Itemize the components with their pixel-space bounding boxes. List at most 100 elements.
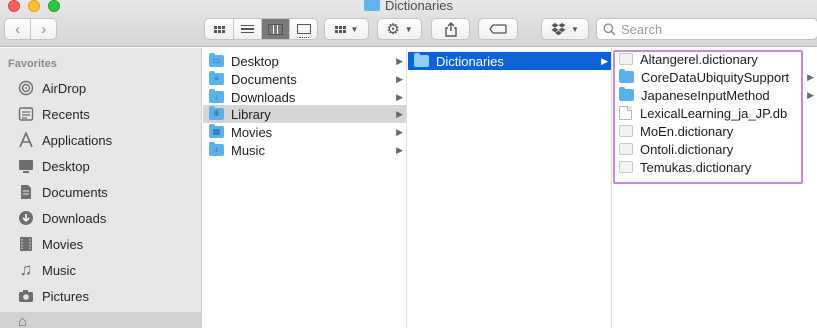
film-icon bbox=[17, 235, 35, 253]
browser-column-1: ▭ Desktop ▶ ≡ Documents ▶ ↓ Downloads ▶ … bbox=[203, 48, 407, 328]
action-menu-button[interactable]: ⚙ ▼ bbox=[377, 18, 422, 40]
chevron-down-icon: ▼ bbox=[350, 24, 359, 34]
navigation-buttons: ‹ › bbox=[4, 18, 57, 40]
list-item[interactable]: Altangerel.dictionary bbox=[613, 50, 817, 68]
view-mode-control bbox=[204, 18, 318, 40]
sidebar-item-downloads[interactable]: Downloads bbox=[0, 205, 202, 231]
share-icon bbox=[444, 21, 457, 37]
column-view-icon bbox=[268, 23, 283, 35]
dictionary-file-icon bbox=[619, 143, 633, 155]
home-icon: ⌂ bbox=[18, 313, 28, 328]
list-item[interactable]: ♪ Music ▶ bbox=[203, 141, 406, 159]
sidebar-item-airdrop[interactable]: AirDrop bbox=[0, 75, 202, 101]
folder-icon bbox=[619, 69, 634, 83]
music-note-icon: ♫ bbox=[19, 260, 33, 279]
list-item[interactable]: JapaneseInputMethod ▶ bbox=[613, 86, 817, 104]
tag-icon bbox=[489, 24, 507, 34]
folder-icon: ↓ bbox=[209, 89, 224, 103]
list-item-label: Dictionaries bbox=[436, 53, 504, 69]
icon-view-button[interactable] bbox=[205, 19, 233, 39]
list-item-label: LexicalLearning_ja_JP.db bbox=[640, 105, 788, 121]
gallery-view-button[interactable] bbox=[289, 19, 317, 39]
sidebar-item-home[interactable]: ⌂ bbox=[0, 312, 202, 328]
dictionary-file-icon bbox=[619, 161, 633, 173]
chevron-right-icon: ▶ bbox=[396, 109, 403, 119]
download-icon bbox=[17, 209, 35, 227]
list-item-label: Music bbox=[231, 142, 265, 158]
folder-icon: ≡ bbox=[209, 71, 224, 85]
list-item[interactable]: ▭ Desktop ▶ bbox=[203, 52, 406, 70]
list-item[interactable]: Temukas.dictionary bbox=[613, 158, 817, 176]
window-title: Dictionaries bbox=[0, 0, 817, 13]
list-view-icon bbox=[241, 23, 254, 36]
applications-icon bbox=[17, 131, 35, 149]
share-button[interactable] bbox=[431, 18, 470, 40]
list-view-button[interactable] bbox=[233, 19, 261, 39]
back-button[interactable]: ‹ bbox=[5, 19, 30, 39]
sidebar-item-label: Music bbox=[42, 262, 76, 278]
list-item-selected[interactable]: Dictionaries ▶ bbox=[408, 52, 611, 70]
tag-button[interactable] bbox=[478, 18, 518, 40]
sidebar-item-label: Applications bbox=[42, 132, 113, 148]
sidebar-item-label: Movies bbox=[42, 236, 84, 252]
chevron-right-icon: ▶ bbox=[396, 92, 403, 102]
list-item[interactable]: ▦ Movies ▶ bbox=[203, 123, 406, 141]
sidebar-item-pictures[interactable]: Pictures bbox=[0, 283, 202, 309]
folder-icon: ▦ bbox=[209, 124, 224, 138]
sidebar-item-label: AirDrop bbox=[42, 80, 87, 96]
forward-button[interactable]: › bbox=[30, 19, 56, 39]
list-item-selected[interactable]: Ⅲ Library ▶ bbox=[203, 105, 406, 123]
sidebar-item-desktop[interactable]: Desktop bbox=[0, 153, 202, 179]
list-item-label: Desktop bbox=[231, 53, 279, 69]
chevron-right-icon: ▶ bbox=[807, 72, 814, 82]
chevron-right-icon: ▶ bbox=[396, 145, 403, 155]
list-item[interactable]: CoreDataUbiquitySupport ▶ bbox=[613, 68, 817, 86]
search-placeholder: Search bbox=[621, 21, 663, 37]
list-item[interactable]: LexicalLearning_ja_JP.db bbox=[613, 104, 817, 122]
list-item-label: Altangerel.dictionary bbox=[640, 51, 758, 67]
list-item-label: Documents bbox=[231, 71, 297, 87]
document-icon bbox=[17, 183, 35, 201]
search-field[interactable]: Search bbox=[596, 18, 817, 40]
window-toolbar: Dictionaries ‹ › ▼ ⚙ ▼ ▼ Search bbox=[0, 0, 817, 47]
list-item[interactable]: ↓ Downloads ▶ bbox=[203, 88, 406, 106]
list-item-label: Downloads bbox=[231, 89, 296, 105]
chevron-right-icon: › bbox=[41, 20, 47, 38]
sidebar-item-documents[interactable]: Documents bbox=[0, 179, 202, 205]
desktop-icon bbox=[17, 157, 35, 175]
chevron-right-icon: ▶ bbox=[807, 90, 814, 100]
document-file-icon bbox=[619, 106, 632, 120]
chevron-right-icon: ▶ bbox=[396, 127, 403, 137]
chevron-down-icon: ▼ bbox=[571, 24, 579, 34]
list-item[interactable]: MoEn.dictionary bbox=[613, 122, 817, 140]
sidebar-item-movies[interactable]: Movies bbox=[0, 231, 202, 257]
list-item-label: Movies bbox=[231, 124, 273, 140]
group-by-button[interactable]: ▼ bbox=[324, 18, 369, 40]
camera-icon bbox=[17, 287, 35, 305]
list-item[interactable]: Ontoli.dictionary bbox=[613, 140, 817, 158]
column-view-button[interactable] bbox=[261, 19, 289, 39]
sidebar-section-favorites: Favorites bbox=[8, 58, 57, 70]
gallery-view-icon bbox=[296, 24, 311, 38]
folder-icon bbox=[619, 87, 634, 101]
sidebar-item-music[interactable]: ♫ Music bbox=[0, 257, 202, 283]
dictionary-file-icon bbox=[619, 125, 633, 137]
chevron-right-icon: ▶ bbox=[396, 56, 403, 66]
list-item[interactable]: ≡ Documents ▶ bbox=[203, 70, 406, 88]
folder-icon: ♪ bbox=[209, 142, 224, 156]
folder-icon bbox=[414, 53, 429, 67]
dropbox-icon bbox=[551, 22, 566, 35]
dropbox-button[interactable]: ▼ bbox=[541, 18, 589, 40]
list-item-label: MoEn.dictionary bbox=[640, 123, 734, 139]
chevron-right-icon: ▶ bbox=[396, 74, 403, 84]
list-item-label: Temukas.dictionary bbox=[640, 159, 752, 175]
sidebar-item-applications[interactable]: Applications bbox=[0, 127, 202, 153]
list-item-label: JapaneseInputMethod bbox=[641, 87, 770, 103]
airdrop-icon bbox=[17, 79, 35, 97]
clock-icon bbox=[17, 105, 35, 123]
sidebar-item-label: Documents bbox=[42, 184, 108, 200]
sidebar: Favorites AirDrop Recents Applications D… bbox=[0, 48, 202, 328]
sidebar-item-recents[interactable]: Recents bbox=[0, 101, 202, 127]
list-item-label: Ontoli.dictionary bbox=[640, 141, 734, 157]
folder-icon: Ⅲ bbox=[209, 106, 224, 120]
